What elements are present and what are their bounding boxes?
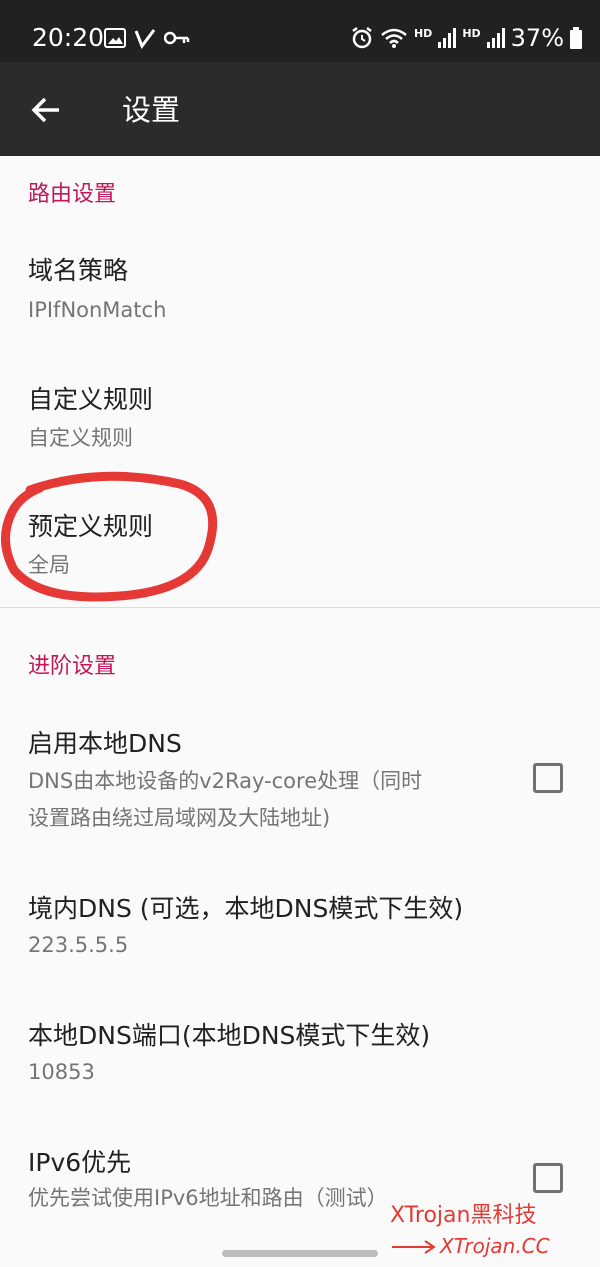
- status-right-icons: HD HD 37%: [350, 20, 582, 56]
- pref-title: 域名策略: [28, 256, 129, 285]
- wifi-icon: [381, 28, 407, 48]
- watermark-text: XTrojan黑科技: [390, 1203, 537, 1228]
- pref-summary: 自定义规则: [28, 426, 133, 450]
- pref-summary: IPIfNonMatch: [28, 298, 167, 322]
- signal-icon: [486, 28, 505, 48]
- v-check-icon: [134, 29, 156, 49]
- pref-title: IPv6优先: [28, 1148, 132, 1177]
- arrow-right-icon: [392, 1240, 436, 1254]
- pref-summary: 优先尝试使用IPv6地址和路由（测试）: [28, 1186, 388, 1210]
- alarm-icon: [352, 27, 372, 49]
- pref-title: 预定义规则: [28, 512, 154, 541]
- signal-icon: [438, 28, 457, 48]
- watermark-url: XTrojan.CC: [440, 1234, 550, 1258]
- page-title: 设置: [122, 93, 181, 127]
- pref-summary-line2: 设置路由绕过局域网及大陆地址): [28, 806, 331, 830]
- pref-title: 境内DNS (可选，本地DNS模式下生效): [28, 894, 464, 923]
- pref-summary-line1: DNS由本地设备的v2Ray-core处理（同时: [28, 769, 423, 793]
- image-icon: [104, 28, 126, 48]
- arrow-back-icon: [31, 97, 59, 123]
- back-button[interactable]: [18, 82, 74, 138]
- status-time: 20:20: [32, 23, 105, 52]
- battery-icon: [570, 27, 582, 49]
- app-bar: 设置: [0, 62, 600, 156]
- gesture-nav-handle[interactable]: [222, 1250, 378, 1257]
- local-dns-checkbox[interactable]: [533, 763, 563, 793]
- battery-percent: 37%: [510, 24, 564, 52]
- key-icon: [164, 31, 190, 45]
- hd-label: HD: [413, 26, 433, 40]
- section-divider: [0, 607, 600, 608]
- pref-title: 本地DNS端口(本地DNS模式下生效): [28, 1021, 431, 1050]
- pref-summary: 全局: [28, 553, 70, 577]
- pref-summary: 10853: [28, 1060, 95, 1084]
- section-header-routing: 路由设置: [28, 182, 117, 207]
- section-header-advanced: 进阶设置: [28, 654, 117, 679]
- status-left-icons: [104, 24, 190, 52]
- pref-title: 自定义规则: [28, 385, 154, 414]
- pref-title: 启用本地DNS: [28, 729, 182, 758]
- hd-label: HD: [462, 26, 481, 40]
- pref-summary: 223.5.5.5: [28, 933, 129, 957]
- ipv6-checkbox[interactable]: [533, 1163, 563, 1193]
